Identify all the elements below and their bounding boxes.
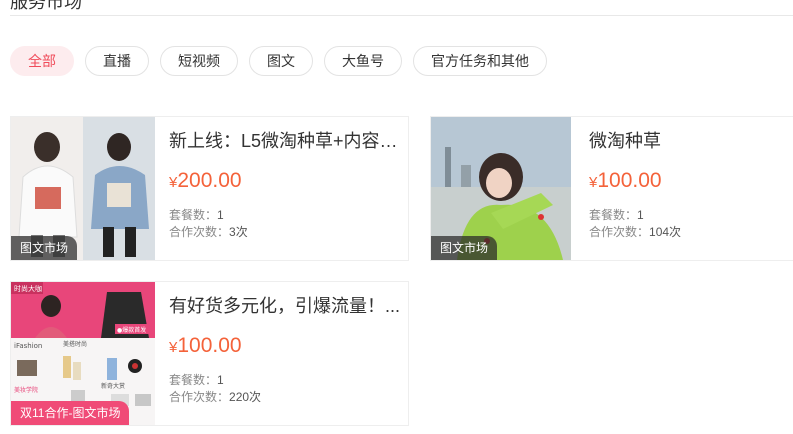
service-category-badge: 图文市场 [11,236,78,260]
service-title[interactable]: 有好货多元化，引爆流量！... [169,292,409,318]
thumb-col1-text: 美妆学院 [14,386,38,394]
service-category-badge: 双11合作-图文市场 [11,401,130,425]
package-label: 套餐数： [589,208,638,222]
cooperation-value: 3次 [229,225,248,239]
service-price: ¥100.00 [589,169,662,193]
price-value: 200.00 [177,169,242,192]
package-value: 1 [217,208,224,222]
service-thumbnail[interactable]: 时尚大咖 ●爆款首发 iFashion 美搭时尚 美妆学院 新奇大赏 双11合作… [11,282,155,425]
tab-official-tasks[interactable]: 官方任务和其他 [413,46,547,76]
service-title[interactable]: 微淘种草 [589,127,793,153]
service-price: ¥100.00 [169,334,242,358]
package-label: 套餐数： [169,373,218,387]
price-value: 100.00 [597,169,662,192]
service-card[interactable]: 图文市场 新上线：L5微淘种草+内容号... ¥200.00 套餐数：1 合作次… [10,116,409,261]
tab-image-text[interactable]: 图文 [249,46,313,76]
filter-tabs: 全部 直播 短视频 图文 大鱼号 官方任务和其他 [10,46,547,76]
service-card[interactable]: 时尚大咖 ●爆款首发 iFashion 美搭时尚 美妆学院 新奇大赏 双11合作… [10,281,409,426]
cooperation-count: 合作次数：220次 [169,388,261,405]
package-count: 套餐数：1 [169,206,224,223]
divider [10,15,793,16]
package-count: 套餐数：1 [589,206,644,223]
thumb-promo-text: ●爆款首发 [117,326,146,334]
package-count: 套餐数：1 [169,371,224,388]
tab-short-video[interactable]: 短视频 [160,46,238,76]
cooperation-label: 合作次数： [169,225,230,239]
tab-all[interactable]: 全部 [10,46,74,76]
service-title[interactable]: 新上线：L5微淘种草+内容号... [169,127,409,153]
tab-dayu[interactable]: 大鱼号 [324,46,402,76]
page-title: 服务市场 [10,0,82,12]
cooperation-label: 合作次数： [169,390,230,404]
service-thumbnail[interactable]: 图文市场 [431,117,571,260]
service-card[interactable]: 图文市场 微淘种草 ¥100.00 套餐数：1 合作次数：104次 [430,116,793,261]
cooperation-count: 合作次数：3次 [169,223,248,240]
thumb-brand-text: iFashion [14,342,42,350]
thumb-col2-text: 美搭时尚 [63,340,87,348]
cooperation-label: 合作次数： [589,225,650,239]
package-value: 1 [637,208,644,222]
service-price: ¥200.00 [169,169,242,193]
cooperation-value: 220次 [229,390,262,404]
service-thumbnail[interactable]: 图文市场 [11,117,155,260]
price-value: 100.00 [177,334,242,357]
service-category-badge: 图文市场 [431,236,498,260]
package-label: 套餐数： [169,208,218,222]
package-value: 1 [217,373,224,387]
thumb-tag-text: 时尚大咖 [14,284,42,293]
thumb-col3-text: 新奇大赏 [101,382,125,390]
tab-live[interactable]: 直播 [85,46,149,76]
cooperation-count: 合作次数：104次 [589,223,681,240]
cooperation-value: 104次 [649,225,682,239]
